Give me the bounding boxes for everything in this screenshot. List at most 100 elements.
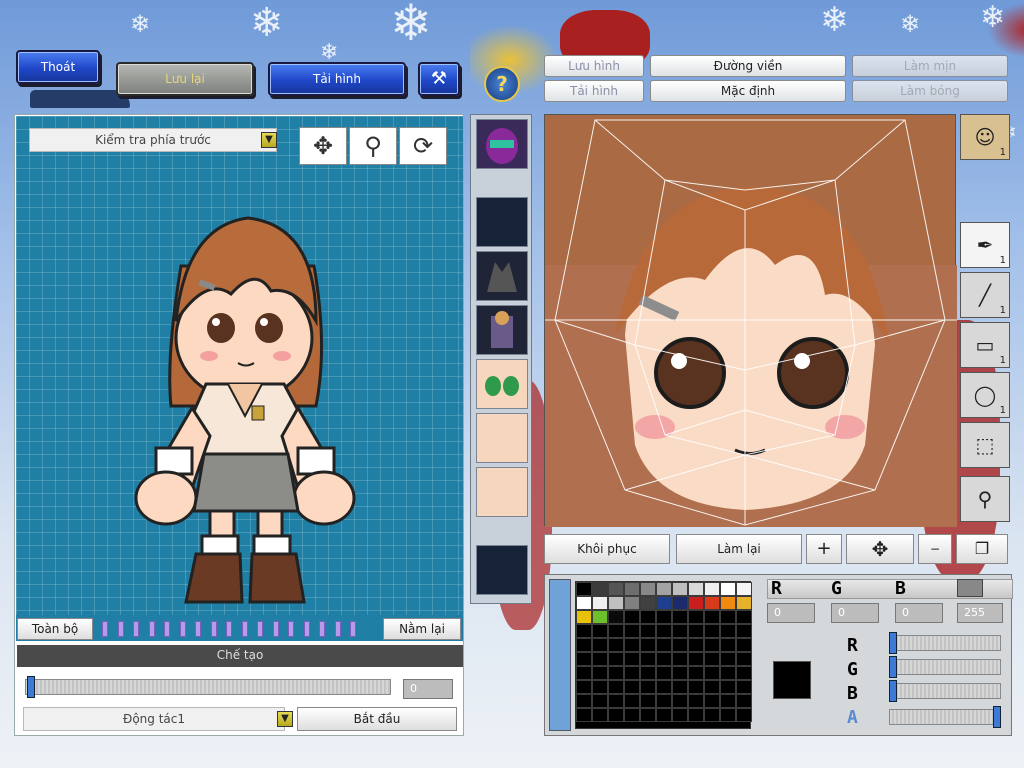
palette-swatch[interactable] xyxy=(608,638,624,652)
palette-swatch[interactable] xyxy=(592,638,608,652)
tab-shade[interactable]: Làm bóng xyxy=(852,80,1008,102)
palette-swatch[interactable] xyxy=(672,652,688,666)
frame-tick[interactable] xyxy=(210,621,217,637)
frame-tick[interactable] xyxy=(164,621,170,637)
plus-icon[interactable]: + xyxy=(806,534,842,564)
palette-swatch[interactable] xyxy=(688,680,704,694)
palette-swatch[interactable] xyxy=(720,680,736,694)
palette-swatch[interactable] xyxy=(640,652,656,666)
frame-tick[interactable] xyxy=(319,621,325,637)
thumb-wolf[interactable] xyxy=(476,251,528,301)
palette-swatch[interactable] xyxy=(608,666,624,680)
palette-swatch[interactable] xyxy=(736,652,752,666)
palette-swatch[interactable] xyxy=(672,596,688,610)
tab-default[interactable]: Mặc định xyxy=(650,80,846,102)
palette-swatch[interactable] xyxy=(688,652,704,666)
palette-swatch[interactable] xyxy=(688,638,704,652)
view-select[interactable]: Kiểm tra phía trước xyxy=(29,128,277,152)
rectangle-icon[interactable]: ▭ 1 xyxy=(960,322,1010,368)
palette-swatch[interactable] xyxy=(704,694,720,708)
palette-swatch[interactable] xyxy=(672,694,688,708)
frame-tick[interactable] xyxy=(148,621,155,637)
frame-tick[interactable] xyxy=(272,621,279,637)
thumb-empty[interactable] xyxy=(476,197,528,247)
help-icon[interactable]: ? xyxy=(484,66,520,102)
palette-swatch[interactable] xyxy=(624,652,640,666)
palette-swatch[interactable] xyxy=(688,666,704,680)
palette-swatch[interactable] xyxy=(672,624,688,638)
palette-swatch[interactable] xyxy=(656,694,672,708)
palette-swatch[interactable] xyxy=(720,638,736,652)
palette-swatch[interactable] xyxy=(704,666,720,680)
palette-swatch[interactable] xyxy=(672,610,688,624)
tab-outline[interactable]: Đường viền xyxy=(650,55,846,77)
palette-swatch[interactable] xyxy=(624,582,640,596)
palette-swatch[interactable] xyxy=(608,596,624,610)
frame-slider[interactable] xyxy=(25,679,391,695)
face-preset-icon[interactable]: ☺ 1 xyxy=(960,114,1010,160)
lie-down-button[interactable]: Nằm lại xyxy=(383,618,461,640)
palette-swatch[interactable] xyxy=(608,680,624,694)
tab-save-image[interactable]: Lưu hình xyxy=(544,55,644,77)
palette-swatch[interactable] xyxy=(720,694,736,708)
palette-swatch[interactable] xyxy=(688,694,704,708)
b-slider-knob[interactable] xyxy=(889,680,897,702)
palette-swatch[interactable] xyxy=(656,582,672,596)
palette-swatch[interactable] xyxy=(672,638,688,652)
palette-swatch[interactable] xyxy=(624,666,640,680)
palette-swatch[interactable] xyxy=(688,624,704,638)
palette-swatch[interactable] xyxy=(608,652,624,666)
palette-swatch[interactable] xyxy=(576,582,592,596)
palette-swatch[interactable] xyxy=(704,610,720,624)
palette-swatch[interactable] xyxy=(592,680,608,694)
palette-swatch[interactable] xyxy=(608,694,624,708)
palette-swatch[interactable] xyxy=(704,596,720,610)
color-palette[interactable] xyxy=(575,581,752,729)
palette-swatch[interactable] xyxy=(592,694,608,708)
line-icon[interactable]: ╱ 1 xyxy=(960,272,1010,318)
palette-swatch[interactable] xyxy=(592,624,608,638)
action-select[interactable]: Động tác1 xyxy=(23,707,285,731)
palette-swatch[interactable] xyxy=(640,582,656,596)
palette-swatch[interactable] xyxy=(608,582,624,596)
palette-swatch[interactable] xyxy=(592,610,608,624)
palette-swatch[interactable] xyxy=(608,708,624,722)
palette-swatch[interactable] xyxy=(672,680,688,694)
palette-swatch[interactable] xyxy=(576,624,592,638)
thumb-mouth[interactable] xyxy=(476,467,528,517)
palette-swatch[interactable] xyxy=(576,610,592,624)
frame-tick[interactable] xyxy=(179,621,186,637)
palette-swatch[interactable] xyxy=(576,708,592,722)
palette-swatch[interactable] xyxy=(576,694,592,708)
thumb-eyes[interactable] xyxy=(476,359,528,409)
ellipse-icon[interactable]: ◯ 1 xyxy=(960,372,1010,418)
start-button[interactable]: Bắt đầu xyxy=(297,707,457,731)
palette-swatch[interactable] xyxy=(640,596,656,610)
palette-swatch[interactable] xyxy=(704,680,720,694)
palette-swatch[interactable] xyxy=(624,596,640,610)
palette-swatch[interactable] xyxy=(720,652,736,666)
frame-value-field[interactable]: 0 xyxy=(403,679,453,699)
palette-swatch[interactable] xyxy=(672,582,688,596)
g-value-field[interactable]: 0 xyxy=(831,603,879,623)
frame-tick[interactable] xyxy=(288,621,294,637)
r-slider[interactable] xyxy=(889,635,1001,651)
frame-tick[interactable] xyxy=(133,621,139,637)
palette-swatch[interactable] xyxy=(720,596,736,610)
save-button[interactable]: Lưu lại xyxy=(116,62,254,96)
rotate-icon[interactable]: ⟳ xyxy=(399,127,447,165)
palette-swatch[interactable] xyxy=(688,610,704,624)
palette-swatch[interactable] xyxy=(736,680,752,694)
palette-swatch[interactable] xyxy=(672,708,688,722)
palette-swatch[interactable] xyxy=(736,610,752,624)
palette-swatch[interactable] xyxy=(656,610,672,624)
palette-swatch[interactable] xyxy=(736,638,752,652)
frame-tick[interactable] xyxy=(226,621,232,637)
palette-swatch[interactable] xyxy=(640,610,656,624)
palette-swatch[interactable] xyxy=(656,624,672,638)
frame-tick[interactable] xyxy=(257,621,263,637)
redo-button[interactable]: Làm lại xyxy=(676,534,802,564)
palette-swatch[interactable] xyxy=(720,708,736,722)
tab-smooth[interactable]: Làm mịn xyxy=(852,55,1008,77)
alpha-lock-icon[interactable] xyxy=(957,579,983,597)
